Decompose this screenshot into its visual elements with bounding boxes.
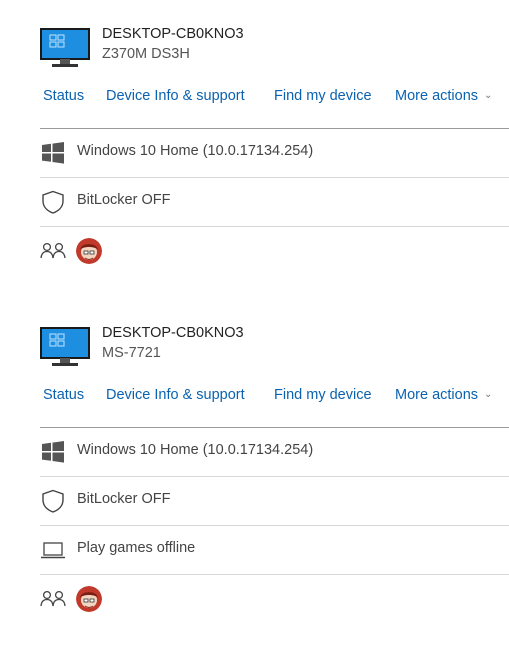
bitlocker-row: BitLocker OFF (40, 177, 509, 226)
play-games-offline: Play games offline (77, 540, 196, 556)
device-card-2: DESKTOP-CB0KNO3 MS-7721 Status Device In… (0, 325, 509, 625)
device-model: Z370M DS3H (102, 46, 190, 62)
chevron-down-icon: ⌄ (484, 90, 493, 101)
os-row: Windows 10 Home (10.0.17134.254) (40, 427, 509, 476)
more-actions-label: More actions (395, 387, 479, 403)
people-icon (40, 590, 66, 607)
games-row: Play games offline (40, 525, 509, 574)
os-version: Windows 10 Home (10.0.17134.254) (77, 143, 314, 159)
windows-logo-icon (42, 142, 64, 164)
device-name: DESKTOP-CB0KNO3 (102, 26, 244, 42)
user-avatar[interactable] (76, 238, 102, 264)
find-device-link[interactable]: Find my device (274, 88, 372, 104)
windows-logo-icon (42, 441, 64, 463)
device-model: MS-7721 (102, 345, 161, 361)
bitlocker-status: BitLocker OFF (77, 192, 171, 208)
device-actions-bar: Status Device Info & support Find my dev… (43, 88, 509, 108)
more-actions-dropdown[interactable]: More actions ⌄ (395, 88, 492, 104)
bitlocker-row: BitLocker OFF (40, 476, 509, 525)
more-actions-dropdown[interactable]: More actions ⌄ (395, 387, 492, 403)
laptop-icon (41, 542, 65, 559)
device-name: DESKTOP-CB0KNO3 (102, 325, 244, 341)
bitlocker-status: BitLocker OFF (77, 491, 171, 507)
os-row: Windows 10 Home (10.0.17134.254) (40, 128, 509, 177)
people-icon (40, 242, 66, 259)
device-info-link[interactable]: Device Info & support (106, 387, 245, 403)
device-header: DESKTOP-CB0KNO3 MS-7721 (40, 325, 500, 369)
os-version: Windows 10 Home (10.0.17134.254) (77, 442, 314, 458)
device-actions-bar: Status Device Info & support Find my dev… (43, 387, 509, 407)
device-header: DESKTOP-CB0KNO3 Z370M DS3H (40, 26, 500, 70)
find-device-link[interactable]: Find my device (274, 387, 372, 403)
shield-icon (42, 190, 64, 214)
monitor-icon (40, 327, 90, 366)
users-row (40, 226, 509, 275)
monitor-icon (40, 28, 90, 67)
status-link[interactable]: Status (43, 88, 84, 104)
chevron-down-icon: ⌄ (484, 389, 493, 400)
device-card-1: DESKTOP-CB0KNO3 Z370M DS3H Status Device… (0, 26, 509, 266)
users-row (40, 574, 509, 623)
shield-icon (42, 489, 64, 513)
status-link[interactable]: Status (43, 387, 84, 403)
device-info-link[interactable]: Device Info & support (106, 88, 245, 104)
user-avatar[interactable] (76, 586, 102, 612)
more-actions-label: More actions (395, 88, 479, 104)
